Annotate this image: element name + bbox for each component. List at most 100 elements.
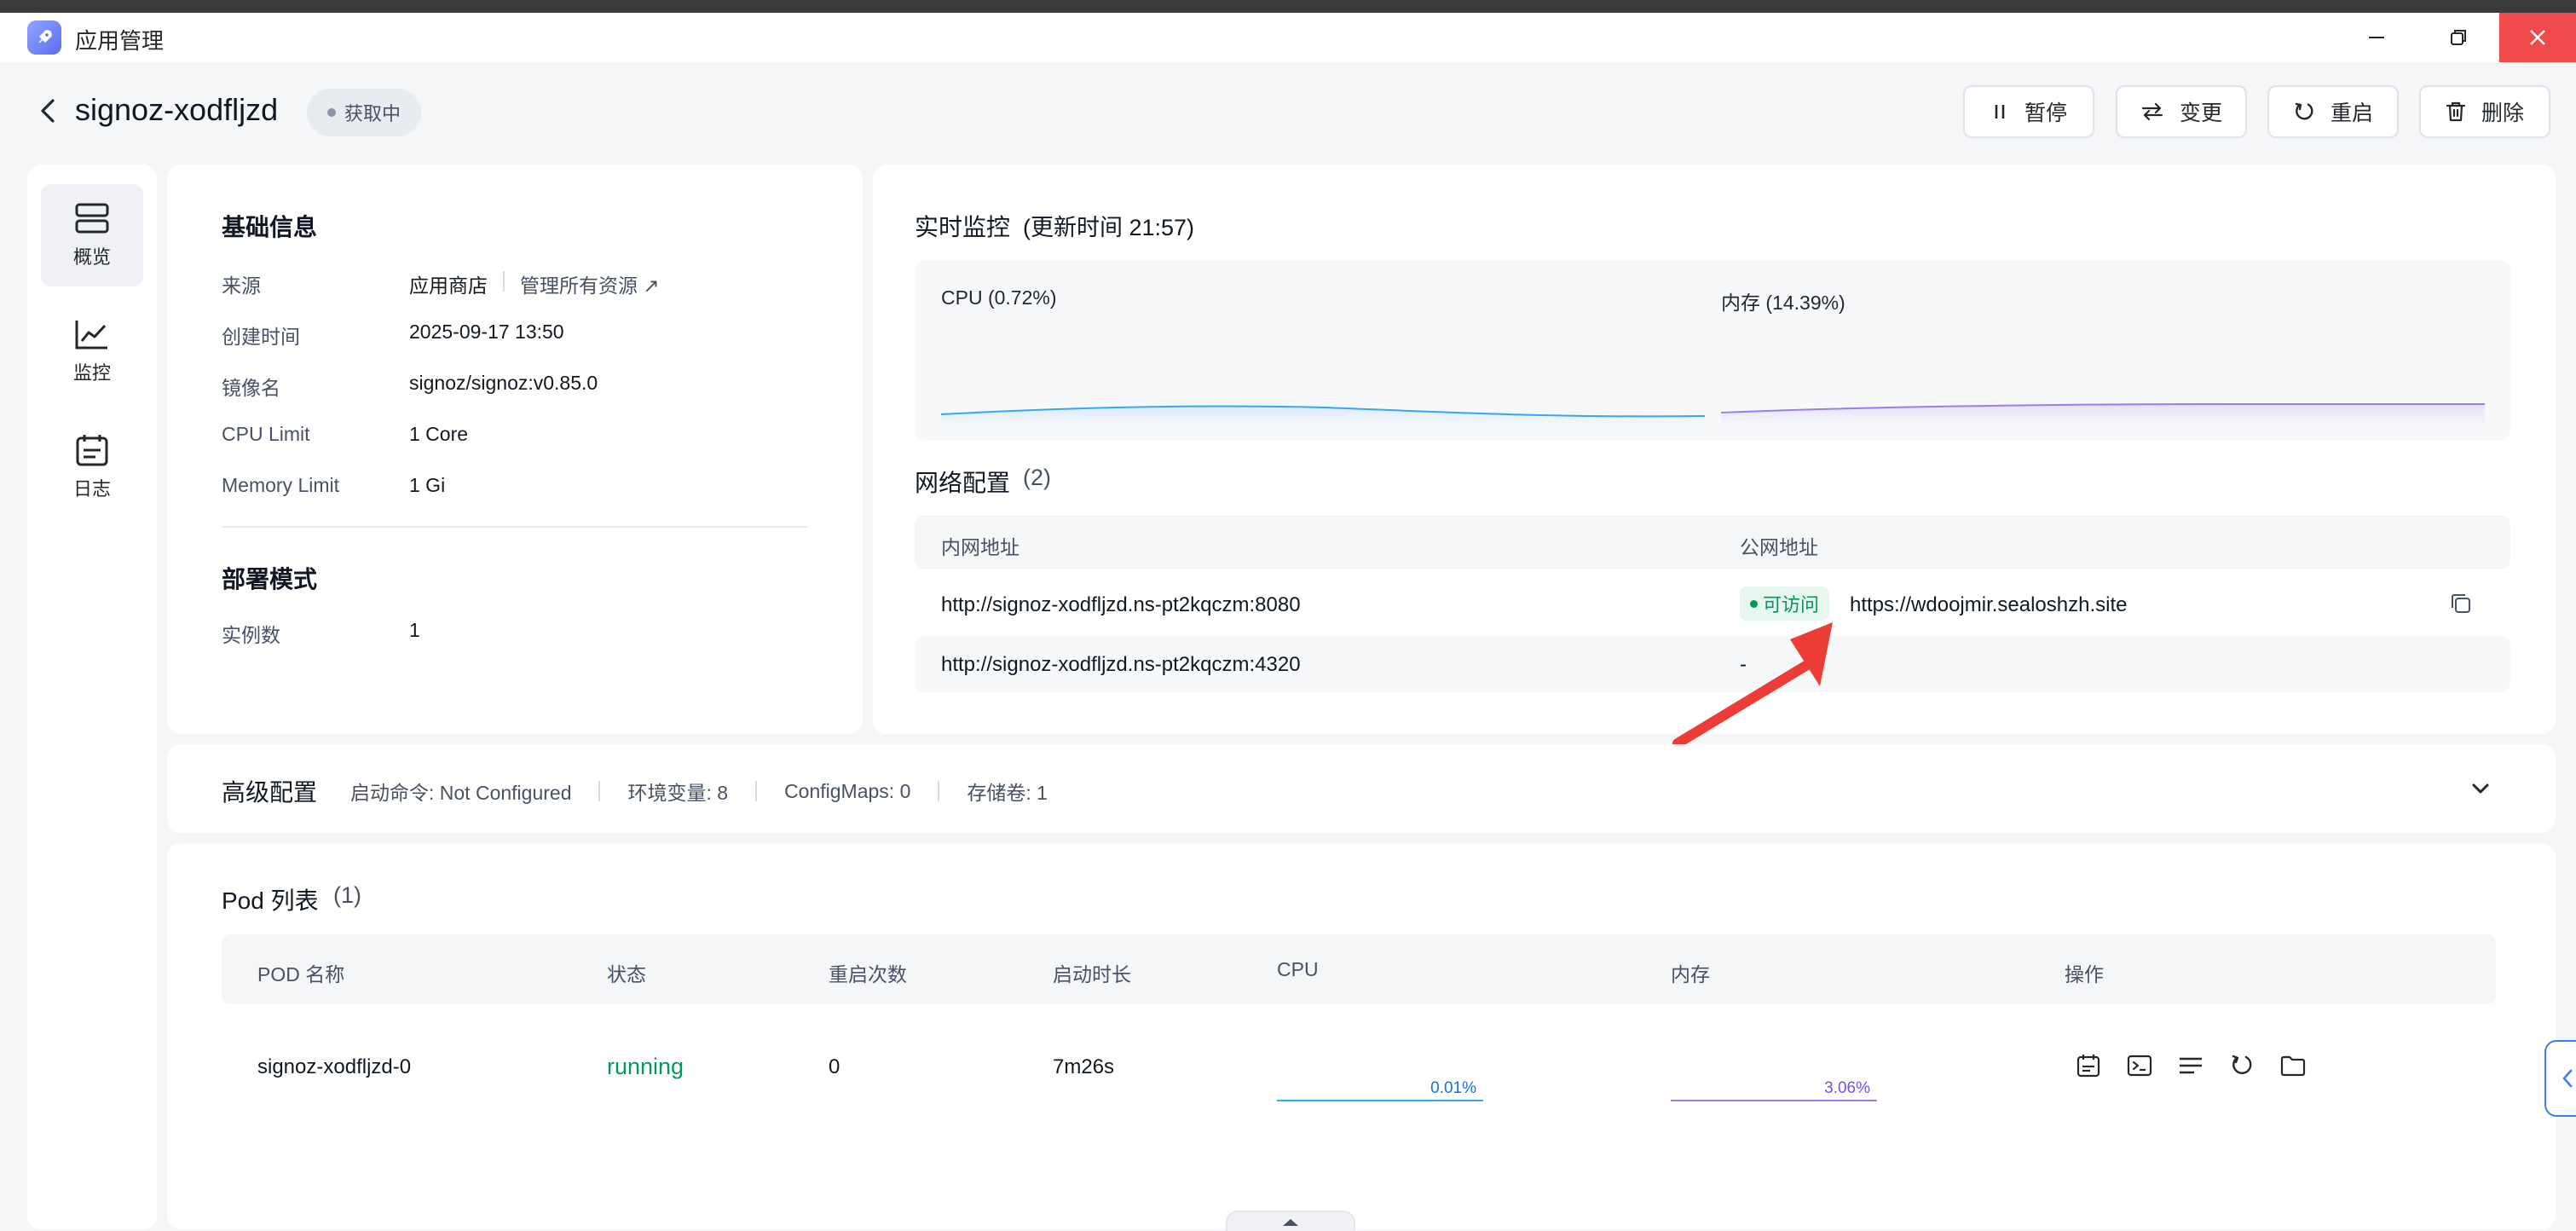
manage-resources-link[interactable]: 管理所有资源 ↗	[520, 269, 660, 298]
log-lines-icon[interactable]	[2177, 1052, 2204, 1079]
caret-up-icon	[1283, 1219, 1298, 1226]
swap-icon	[2141, 102, 2163, 121]
pod-restarts: 0	[829, 1055, 840, 1078]
pod-list-panel	[167, 843, 2556, 1229]
info-value: 1 Core	[409, 423, 469, 445]
internal-address[interactable]: http://signoz-xodfljzd.ns-pt2kqczm:8080	[941, 593, 1301, 617]
public-address-link[interactable]: https://wdoojmir.sealoshzh.site	[1850, 593, 2128, 617]
pause-button[interactable]: 暂停	[1963, 85, 2094, 138]
network-config-title: 网络配置	[915, 470, 1011, 496]
sidebar-item-monitor[interactable]: 监控	[41, 300, 143, 402]
sidebar-item-label: 概览	[72, 246, 111, 268]
info-value: 1 Gi	[409, 474, 446, 496]
pod-table-header	[222, 934, 2496, 1004]
info-value: 应用商店	[409, 275, 488, 297]
separator	[938, 781, 940, 801]
pause-label: 暂停	[2024, 101, 2067, 125]
internal-address[interactable]: http://signoz-xodfljzd.ns-pt2kqczm:4320	[941, 653, 1301, 677]
info-key: 实例数	[222, 624, 280, 646]
col-status: 状态	[607, 963, 646, 985]
divider	[222, 526, 808, 528]
env-vars: 环境变量: 8	[627, 782, 729, 804]
col-internal-address: 内网地址	[941, 536, 1019, 558]
deploy-mode-title: 部署模式	[222, 566, 318, 592]
cpu-label: CPU (0.72%)	[941, 286, 1057, 309]
col-restarts: 重启次数	[829, 963, 907, 985]
memory-usage-value: 3.06%	[1824, 1079, 1870, 1097]
cpu-usage-value: 0.01%	[1430, 1079, 1476, 1097]
back-arrow-icon[interactable]	[32, 95, 63, 130]
pod-list-title: Pod 列表	[222, 887, 319, 914]
delete-label: 删除	[2481, 101, 2524, 125]
info-value: 2025-09-17 13:50	[409, 321, 564, 343]
copy-icon[interactable]	[2448, 591, 2474, 621]
separator	[755, 781, 758, 801]
sidebar-item-label: 监控	[72, 362, 111, 384]
advanced-config-title: 高级配置	[222, 779, 318, 806]
pod-name[interactable]: signoz-xodfljzd-0	[257, 1055, 411, 1079]
delete-button[interactable]: 删除	[2419, 85, 2550, 138]
top-strip	[0, 0, 2576, 13]
pause-icon	[1995, 105, 2005, 118]
cpu-usage-line	[1277, 1100, 1483, 1101]
close-icon[interactable]	[2499, 13, 2576, 62]
window-title: 应用管理	[75, 28, 165, 54]
memory-label: 内存 (14.39%)	[1721, 292, 1845, 314]
annotation-arrow	[1672, 622, 1833, 748]
memory-sparkline	[1721, 403, 2485, 426]
restart-button[interactable]: 重启	[2267, 85, 2399, 138]
terminal-icon[interactable]	[2126, 1052, 2153, 1079]
folder-icon[interactable]	[2279, 1052, 2307, 1079]
change-button[interactable]: 变更	[2116, 85, 2247, 138]
configmaps: ConfigMaps: 0	[784, 779, 911, 802]
col-memory: 内存	[1671, 963, 1710, 985]
pod-status: running	[607, 1054, 684, 1079]
pod-action-icons	[2075, 1052, 2307, 1079]
restart-label: 重启	[2330, 101, 2373, 125]
info-key: 创建时间	[222, 326, 300, 348]
server-icon	[75, 203, 109, 234]
sidebar-item-label: 日志	[72, 478, 111, 500]
restart-icon	[2295, 102, 2313, 120]
chart-line-icon	[75, 321, 107, 350]
pod-count: (1)	[333, 882, 361, 908]
chevron-down-icon[interactable]	[2468, 776, 2493, 806]
info-key: 镜像名	[222, 377, 280, 399]
title-bar	[0, 13, 2576, 62]
trash-icon	[2446, 101, 2466, 122]
col-actions: 操作	[2065, 963, 2104, 985]
col-public-address: 公网地址	[1740, 536, 1818, 558]
status-badge: 获取中	[307, 89, 422, 136]
chevron-left-icon	[2562, 1069, 2573, 1088]
bottom-drawer-handle[interactable]	[1226, 1211, 1355, 1231]
memory-usage-line	[1671, 1100, 1877, 1101]
basic-info-panel	[167, 165, 863, 734]
info-key: 来源	[222, 275, 261, 297]
sidebar-item-overview[interactable]: 概览	[41, 184, 143, 286]
app-logo-icon	[27, 20, 61, 55]
advanced-config-summary: 启动命令: Not Configured 环境变量: 8 ConfigMaps:…	[350, 777, 1048, 806]
status-text: 获取中	[344, 103, 401, 124]
accessible-dot-icon	[1750, 599, 1758, 608]
sidebar-item-logs[interactable]: 日志	[41, 416, 143, 518]
info-value: 1	[409, 619, 420, 641]
pod-memory-usage: 3.06%	[1671, 1079, 1877, 1101]
separator	[598, 781, 601, 801]
app-name: signoz-xodfljzd	[75, 92, 279, 127]
pod-cpu-usage: 0.01%	[1277, 1079, 1483, 1101]
storage-volumes: 存储卷: 1	[967, 782, 1048, 804]
calendar-log-icon	[76, 435, 108, 466]
monitor-updated-time: (更新时间 21:57)	[1023, 215, 1195, 240]
col-cpu: CPU	[1277, 958, 1319, 980]
side-panel-toggle[interactable]	[2544, 1040, 2576, 1117]
restore-icon[interactable]	[2417, 13, 2499, 62]
info-value: signoz/signoz:v0.85.0	[409, 372, 598, 394]
startup-command: 启动命令: Not Configured	[350, 782, 572, 804]
detail-calendar-icon[interactable]	[2075, 1052, 2102, 1079]
minimize-icon[interactable]	[2336, 13, 2417, 62]
restart-icon[interactable]	[2228, 1052, 2255, 1079]
separator	[503, 271, 505, 292]
realtime-monitor-title: 实时监控	[915, 214, 1011, 240]
cpu-sparkline	[941, 405, 1705, 426]
change-label: 变更	[2179, 101, 2222, 125]
